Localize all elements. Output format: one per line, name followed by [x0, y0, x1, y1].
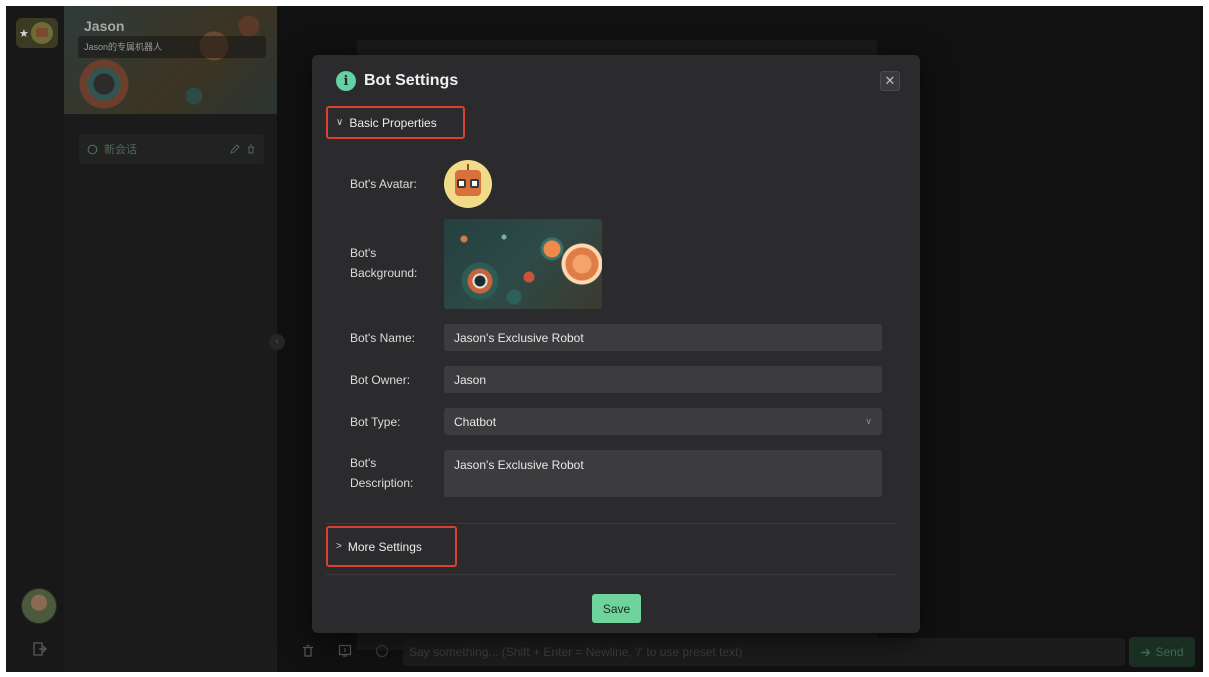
chevron-left-icon[interactable]: ‹ — [269, 334, 285, 350]
robot-avatar-icon — [30, 22, 53, 44]
footer-divider — [326, 574, 896, 575]
bot-type-select[interactable]: Chatbot ∨ — [444, 408, 882, 435]
type-label: Bot Type: — [350, 415, 401, 429]
owner-label: Bot Owner: — [350, 373, 411, 387]
active-bot-avatar[interactable]: ★ — [16, 18, 58, 48]
modal-header: i Bot Settings — [336, 71, 458, 91]
avatar-label: Bot's Avatar: — [350, 177, 417, 191]
edit-icon[interactable] — [230, 144, 240, 154]
save-button[interactable]: Save — [592, 594, 641, 623]
session-label: 新会话 — [104, 144, 137, 156]
bot-type-value: Chatbot — [454, 414, 497, 429]
star-icon: ★ — [19, 27, 29, 40]
bot-name: Jason — [84, 18, 125, 34]
more-settings-label: More Settings — [347, 539, 422, 554]
send-icon — [1141, 648, 1151, 656]
close-button[interactable]: ✕ — [880, 71, 900, 91]
basic-properties-label: Basic Properties — [349, 115, 437, 130]
chat-icon — [87, 144, 98, 154]
app-window: ★ Jason Jason的专属机器人 新会话 ‹ Say something.… — [6, 6, 1203, 672]
delete-icon[interactable] — [246, 144, 256, 154]
description-label: Bot's Description: — [350, 456, 414, 490]
background-label: Bot's Background: — [350, 246, 418, 280]
modal-title: Bot Settings — [364, 72, 459, 89]
section-divider — [326, 523, 896, 524]
chevron-right-icon: > — [336, 541, 342, 552]
bot-subtitle: Jason的专属机器人 — [78, 36, 266, 58]
bot-settings-modal: i Bot Settings ✕ ∨ Basic Properties Bot'… — [312, 55, 920, 633]
bot-background-picker[interactable] — [444, 219, 602, 309]
chat-input[interactable]: Say something... (Shift + Enter = Newlin… — [403, 638, 1125, 666]
trash-icon[interactable] — [301, 644, 315, 658]
mask-icon[interactable] — [375, 644, 389, 658]
bot-name-input[interactable]: Jason's Exclusive Robot — [444, 324, 882, 351]
close-icon: ✕ — [884, 73, 896, 88]
basic-properties-toggle[interactable]: ∨ Basic Properties — [326, 106, 465, 139]
more-settings-toggle[interactable]: > More Settings — [326, 526, 457, 567]
left-rail: ★ — [6, 6, 64, 672]
session-item[interactable]: 新会话 — [79, 134, 264, 164]
send-label: Send — [1155, 645, 1184, 659]
session-sidebar: Jason Jason的专属机器人 新会话 — [64, 6, 277, 672]
info-icon: i — [336, 71, 356, 91]
name-label: Bot's Name: — [350, 331, 415, 345]
chevron-down-icon: ∨ — [336, 117, 344, 128]
chat-input-bar: Say something... (Shift + Enter = Newlin… — [277, 634, 1203, 672]
user-avatar[interactable] — [21, 588, 57, 624]
bot-description-textarea[interactable]: Jason's Exclusive Robot — [444, 450, 882, 497]
bot-avatar-picker[interactable] — [444, 160, 492, 208]
bot-banner: Jason Jason的专属机器人 — [64, 6, 277, 114]
import-icon[interactable] — [338, 644, 352, 658]
bot-owner-input[interactable]: Jason — [444, 366, 882, 393]
send-button[interactable]: Send — [1129, 637, 1195, 667]
caret-down-icon: ∨ — [865, 416, 872, 426]
logout-icon[interactable] — [33, 642, 47, 656]
